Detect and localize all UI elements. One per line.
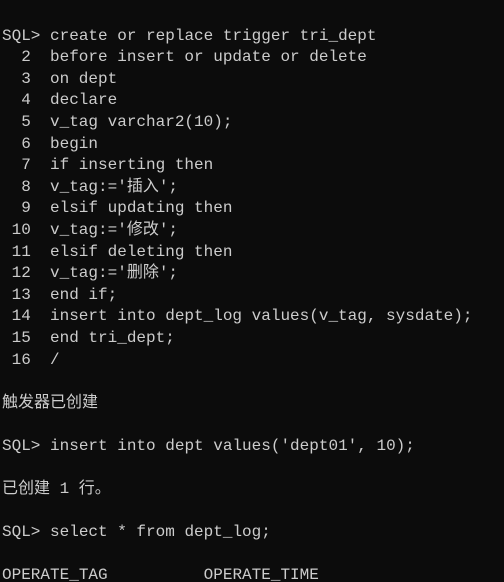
line-number: 9 [2, 198, 31, 220]
code-line: insert into dept_log values(v_tag, sysda… [50, 307, 472, 325]
code-line: end if; [50, 286, 117, 304]
code-line: elsif updating then [50, 199, 232, 217]
line-number: 7 [2, 155, 31, 177]
code-line: before insert or update or delete [50, 48, 367, 66]
sql-prompt: SQL> [2, 437, 40, 455]
line-number: 11 [2, 242, 31, 264]
line-number: 4 [2, 90, 31, 112]
code-line: elsif deleting then [50, 243, 232, 261]
insert-cmd: insert into dept values('dept01', 10); [50, 437, 415, 455]
line-number: 15 [2, 328, 31, 350]
sql-terminal[interactable]: SQL> create or replace trigger tri_dept … [0, 0, 504, 582]
code-line: v_tag:='插入'; [50, 178, 178, 196]
code-line: v_tag varchar2(10); [50, 113, 232, 131]
line-number: 6 [2, 134, 31, 156]
sql-prompt: SQL> [2, 27, 40, 45]
trigger-cmd-line1: create or replace trigger tri_dept [50, 27, 376, 45]
row-created-msg: 已创建 1 行。 [2, 480, 111, 498]
line-number: 12 [2, 263, 31, 285]
line-number: 3 [2, 69, 31, 91]
line-number: 5 [2, 112, 31, 134]
line-number: 16 [2, 350, 31, 372]
col-operate-tag: OPERATE_TAG [2, 566, 108, 582]
code-line: v_tag:='修改'; [50, 221, 178, 239]
line-number: 13 [2, 285, 31, 307]
trigger-created-msg: 触发器已创建 [2, 394, 98, 412]
col-operate-time: OPERATE_TIME [204, 566, 319, 582]
code-line: if inserting then [50, 156, 213, 174]
code-line: v_tag:='删除'; [50, 264, 178, 282]
line-number: 8 [2, 177, 31, 199]
code-line: declare [50, 91, 117, 109]
code-line: begin [50, 135, 98, 153]
line-number: 10 [2, 220, 31, 242]
code-line: / [50, 351, 60, 369]
code-line: on dept [50, 70, 117, 88]
line-number: 2 [2, 47, 31, 69]
sql-prompt: SQL> [2, 523, 40, 541]
select-cmd: select * from dept_log; [50, 523, 271, 541]
line-number: 14 [2, 306, 31, 328]
code-line: end tri_dept; [50, 329, 175, 347]
